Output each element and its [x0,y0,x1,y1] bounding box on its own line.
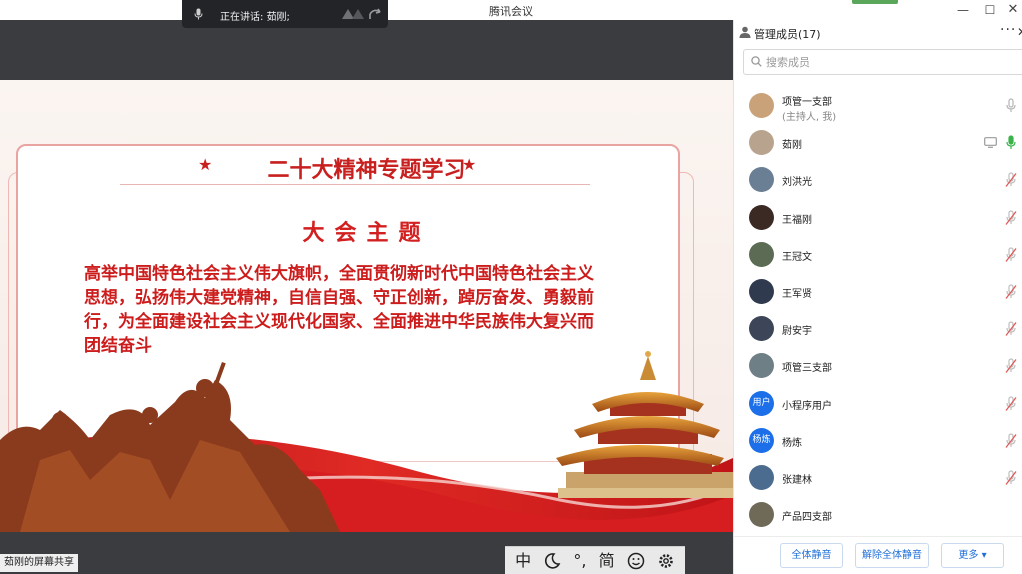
member-name: 项管一支部 [782,97,832,108]
minimize-button[interactable]: — [954,1,972,19]
screen-share-area: ★ ★ 二十大精神专题学习 大会主题 高举中国特色社会主义伟大旗帜，全面贯彻新时… [0,20,733,574]
member-name: 张建林 [782,475,812,486]
mic-muted-icon[interactable] [1005,321,1017,337]
search-icon [751,56,762,67]
member-name: 产品四支部 [782,512,832,523]
users-icon [739,26,751,38]
mute-all-button[interactable]: 全体静音 [780,543,843,568]
member-row[interactable]: 王军贤 [734,274,1022,311]
search-input[interactable] [766,53,1016,71]
mic-muted-icon[interactable] [1005,433,1017,449]
top-indicator [852,0,898,4]
member-row[interactable]: 项管一支部 (主持人, 我) [734,88,1022,125]
avatar: 用户 [749,391,774,416]
avatar [749,279,774,304]
member-name: 项管三支部 [782,363,832,374]
avatar [749,205,774,230]
member-row[interactable]: 项管三支部 [734,348,1022,385]
emoji-icon[interactable] [627,552,645,570]
mic-muted-icon[interactable] [1005,284,1017,300]
member-role: (主持人, 我) [782,112,837,123]
avatar [749,93,774,118]
app-title: 腾讯会议 [489,5,533,18]
member-row[interactable]: 张建林 [734,460,1022,497]
member-name: 茹刚 [782,140,802,151]
mic-icon [194,8,203,20]
speaking-name: 茹刚; [266,12,290,23]
ime-toolbar: 中 °, 简 [505,546,685,574]
annotation-control-icon[interactable] [340,7,384,21]
panel-more-button[interactable]: ··· [1000,22,1016,38]
member-row[interactable]: 产品四支部 [734,497,1022,532]
search-box[interactable] [743,49,1022,75]
close-button[interactable]: ✕ [1004,1,1022,19]
unmute-all-button[interactable]: 解除全体静音 [855,543,929,568]
member-name: 王军贤 [782,289,812,300]
member-row[interactable]: 茹刚 [734,125,1022,162]
panel-footer: 全体静音 解除全体静音 更多 ▾ [734,536,1022,574]
member-name: 刘洪光 [782,177,812,188]
member-row[interactable]: 尉安宇 [734,311,1022,348]
mic-muted-icon[interactable] [1005,247,1017,263]
screen-share-icon [984,137,997,148]
panel-header: 管理成员(17) ··· ✕ [734,20,1022,44]
member-row[interactable]: 王冠文 [734,237,1022,274]
member-name: 王冠文 [782,252,812,263]
member-name: 尉安宇 [782,326,812,337]
avatar [749,465,774,490]
avatar [749,130,774,155]
ime-simplified-toggle[interactable]: 简 [599,552,615,569]
member-name: 小程序用户 [782,401,832,412]
screen-share-label: 茹刚的屏幕共享 [0,554,78,572]
slide-decoration-image [0,351,733,532]
avatar: 杨炼 [749,428,774,453]
member-row[interactable]: 用户 小程序用户 [734,386,1022,423]
app-window: 腾讯会议 — ☐ ✕ 正在讲话: 茹刚; ★ ★ 二十大精神专题学习 大会主题 … [0,0,1022,574]
maximize-button[interactable]: ☐ [981,1,999,19]
member-row[interactable]: 刘洪光 [734,162,1022,199]
ime-punctuation-toggle[interactable]: °, [573,552,586,569]
member-row[interactable]: 杨炼 杨炼 [734,423,1022,460]
avatar [749,316,774,341]
avatar [749,353,774,378]
speaking-indicator: 正在讲话: 茹刚; [182,0,388,28]
speaking-prefix: 正在讲话: [220,12,264,23]
mic-muted-icon[interactable] [1005,358,1017,374]
member-name: 杨炼 [782,438,802,449]
moon-icon[interactable] [543,552,561,570]
member-row[interactable]: 王福刚 [734,200,1022,237]
mic-muted-icon[interactable] [1005,470,1017,486]
title-bar: 腾讯会议 — ☐ ✕ [0,0,1022,20]
members-panel: 管理成员(17) ··· ✕ 项管一支部 (主持人, 我) 茹刚刘洪光王福刚王冠文王… [733,20,1022,574]
mic-muted-icon[interactable] [1005,396,1017,412]
panel-title: 管理成员(17) [754,28,821,41]
panel-close-icon[interactable]: ✕ [1017,25,1022,39]
gear-icon[interactable] [657,552,675,570]
mic-muted-icon[interactable] [1005,172,1017,188]
mic-icon[interactable] [1005,135,1017,151]
mic-icon[interactable] [1005,98,1017,114]
avatar [749,167,774,192]
mic-muted-icon[interactable] [1005,210,1017,226]
ime-chinese-toggle[interactable]: 中 [515,552,531,569]
member-list: 项管一支部 (主持人, 我) 茹刚刘洪光王福刚王冠文王军贤尉安宇项管三支部用户 小程序… [734,88,1022,532]
shared-slide: ★ ★ 二十大精神专题学习 大会主题 高举中国特色社会主义伟大旗帜，全面贯彻新时… [0,80,733,532]
avatar [749,502,774,527]
member-name: 王福刚 [782,215,812,226]
avatar [749,242,774,267]
more-button[interactable]: 更多 ▾ [941,543,1004,568]
